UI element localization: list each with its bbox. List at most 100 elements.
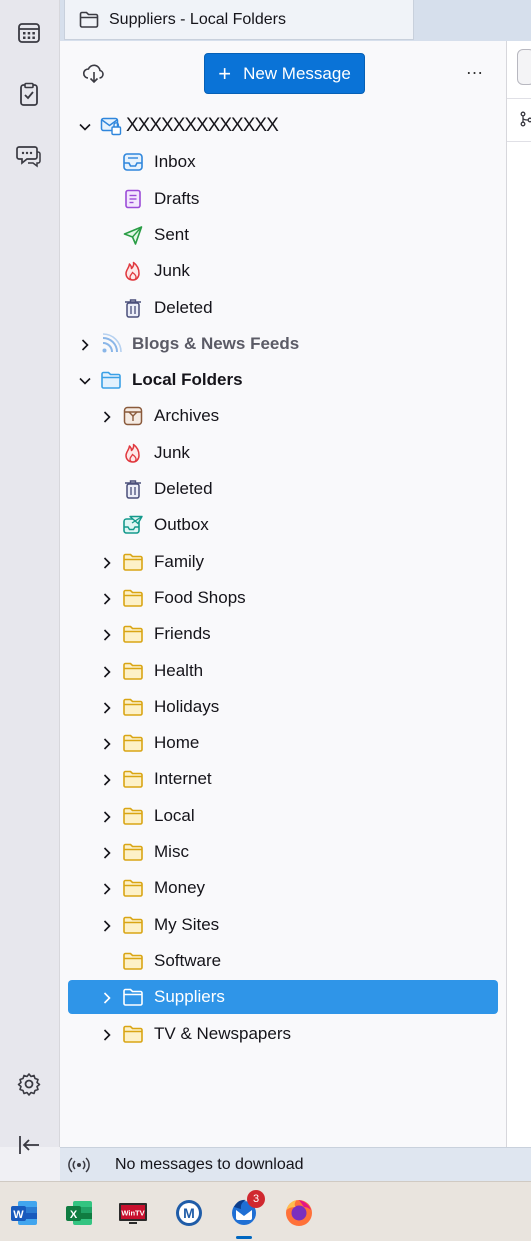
tree-row-label: Local xyxy=(154,805,195,825)
rss-icon xyxy=(100,332,122,355)
tree-row-folder-holidays[interactable]: Holidays xyxy=(68,690,498,724)
new-message-label: New Message xyxy=(243,63,351,83)
taskbar-malwarebytes[interactable]: M xyxy=(172,1196,206,1230)
taskbar-excel[interactable]: X xyxy=(62,1196,96,1230)
tree-row-folder-software[interactable]: Software xyxy=(68,944,498,978)
taskbar-thunderbird[interactable]: 3 xyxy=(227,1190,265,1239)
more-options-button[interactable]: … xyxy=(464,59,486,81)
chevron-right-icon[interactable] xyxy=(100,555,114,569)
chevron-right-icon[interactable] xyxy=(100,736,114,750)
tree-row-folder-family[interactable]: Family xyxy=(68,545,498,579)
folder-icon xyxy=(122,986,144,1008)
collapse-spaces-button[interactable] xyxy=(14,1130,44,1160)
word-icon: W xyxy=(11,1201,37,1225)
tree-row-account-blogs-news-feeds[interactable]: Blogs & News Feeds xyxy=(68,327,498,361)
folder-icon xyxy=(122,914,144,936)
tree-row-folder-junk[interactable]: Junk xyxy=(68,254,498,288)
tree-row-label: Holidays xyxy=(154,696,220,716)
folder-icon xyxy=(122,768,144,790)
chat-space-button[interactable] xyxy=(14,141,44,171)
tree-row-label: Family xyxy=(154,551,205,571)
chevron-right-icon[interactable] xyxy=(100,1027,114,1041)
folder-tab-icon xyxy=(79,11,99,28)
chevron-down-icon[interactable] xyxy=(78,119,92,133)
tree-row-label: Junk xyxy=(154,442,190,462)
tree-row-folder-tv-newspapers[interactable]: TV & Newspapers xyxy=(68,1017,498,1051)
tree-row-label: Friends xyxy=(154,624,211,644)
tree-row-folder-misc[interactable]: Misc xyxy=(68,835,498,869)
chevron-right-icon[interactable] xyxy=(100,664,114,678)
chevron-down-icon[interactable] xyxy=(78,373,92,387)
tree-row-label: Inbox xyxy=(154,152,196,172)
trash-icon xyxy=(122,297,144,319)
new-message-button[interactable]: + New Message xyxy=(204,53,365,94)
tree-row-account-xxxx[interactable]: XXXXXXXXXXXXX xyxy=(68,109,498,143)
unread-badge: 3 xyxy=(247,1190,265,1208)
chevron-right-icon[interactable] xyxy=(100,700,114,714)
chevron-right-icon[interactable] xyxy=(100,409,114,423)
tree-row-folder-money[interactable]: Money xyxy=(68,871,498,905)
online-status-icon[interactable] xyxy=(68,1155,90,1175)
folder-icon xyxy=(122,950,144,972)
folder-icon xyxy=(122,841,144,863)
thread-icon[interactable] xyxy=(519,111,531,127)
taskbar-firefox[interactable] xyxy=(282,1196,316,1230)
tree-row-folder-deleted[interactable]: Deleted xyxy=(68,291,498,325)
folder-icon xyxy=(122,587,144,609)
chat-icon xyxy=(16,146,41,168)
tree-row-folder-drafts[interactable]: Drafts xyxy=(68,182,498,216)
tree-row-folder-home[interactable]: Home xyxy=(68,726,498,760)
collapse-left-icon xyxy=(19,1136,39,1154)
junk-icon xyxy=(122,442,144,464)
windows-taskbar: W X WinTV M 3 xyxy=(0,1181,531,1241)
tree-row-folder-local-deleted[interactable]: Deleted xyxy=(68,472,498,506)
tree-row-account-local-folders[interactable]: Local Folders xyxy=(68,363,498,397)
status-bar: No messages to download xyxy=(60,1147,531,1181)
wintv-icon: WinTV xyxy=(119,1203,147,1224)
chevron-right-icon[interactable] xyxy=(100,918,114,932)
quick-filter-button[interactable] xyxy=(517,49,531,85)
tree-row-folder-local[interactable]: Local xyxy=(68,799,498,833)
chevron-right-icon[interactable] xyxy=(100,591,114,605)
tree-row-folder-my-sites[interactable]: My Sites xyxy=(68,908,498,942)
tree-row-label: Home xyxy=(154,733,200,753)
chevron-right-icon[interactable] xyxy=(100,627,114,641)
mail-account-icon xyxy=(100,115,122,137)
calendar-space-button[interactable] xyxy=(14,17,44,47)
tree-row-folder-archives[interactable]: Archives xyxy=(68,399,498,433)
junk-icon xyxy=(122,260,144,282)
taskbar-word[interactable]: W xyxy=(7,1196,41,1230)
get-messages-button[interactable] xyxy=(82,61,106,85)
firefox-icon xyxy=(286,1200,312,1226)
tree-row-label: Money xyxy=(154,878,206,898)
chevron-right-icon[interactable] xyxy=(100,809,114,823)
chevron-right-icon[interactable] xyxy=(78,337,92,351)
tree-row-folder-local-junk[interactable]: Junk xyxy=(68,436,498,470)
tasks-space-button[interactable] xyxy=(14,79,44,109)
taskbar-wintv[interactable]: WinTV xyxy=(116,1196,150,1230)
chevron-right-icon[interactable] xyxy=(100,845,114,859)
folder-icon xyxy=(122,732,144,754)
tree-row-folder-food-shops[interactable]: Food Shops xyxy=(68,581,498,615)
settings-button[interactable] xyxy=(14,1069,44,1099)
tree-row-folder-internet[interactable]: Internet xyxy=(68,762,498,796)
word-letter: W xyxy=(13,1209,24,1221)
wintv-label: WinTV xyxy=(121,1209,144,1218)
chevron-right-icon[interactable] xyxy=(100,881,114,895)
message-list-toolbar xyxy=(507,41,531,99)
active-app-indicator xyxy=(236,1236,252,1239)
tree-row-folder-sent[interactable]: Sent xyxy=(68,218,498,252)
folder-icon xyxy=(122,877,144,899)
tree-row-folder-outbox[interactable]: Outbox xyxy=(68,508,498,542)
tree-row-label: Sent xyxy=(154,224,189,244)
chevron-right-icon[interactable] xyxy=(100,772,114,786)
tree-row-folder-friends[interactable]: Friends xyxy=(68,617,498,651)
tree-row-label: Outbox xyxy=(154,515,209,535)
tab-suppliers[interactable]: Suppliers - Local Folders xyxy=(64,0,414,40)
tree-row-folder-suppliers[interactable]: Suppliers xyxy=(68,980,498,1015)
tree-row-folder-inbox[interactable]: Inbox xyxy=(68,145,498,179)
tree-row-folder-health[interactable]: Health xyxy=(68,654,498,688)
chevron-right-icon[interactable] xyxy=(100,990,114,1004)
gear-icon xyxy=(17,1073,41,1096)
tree-row-label: Blogs & News Feeds xyxy=(132,333,300,353)
